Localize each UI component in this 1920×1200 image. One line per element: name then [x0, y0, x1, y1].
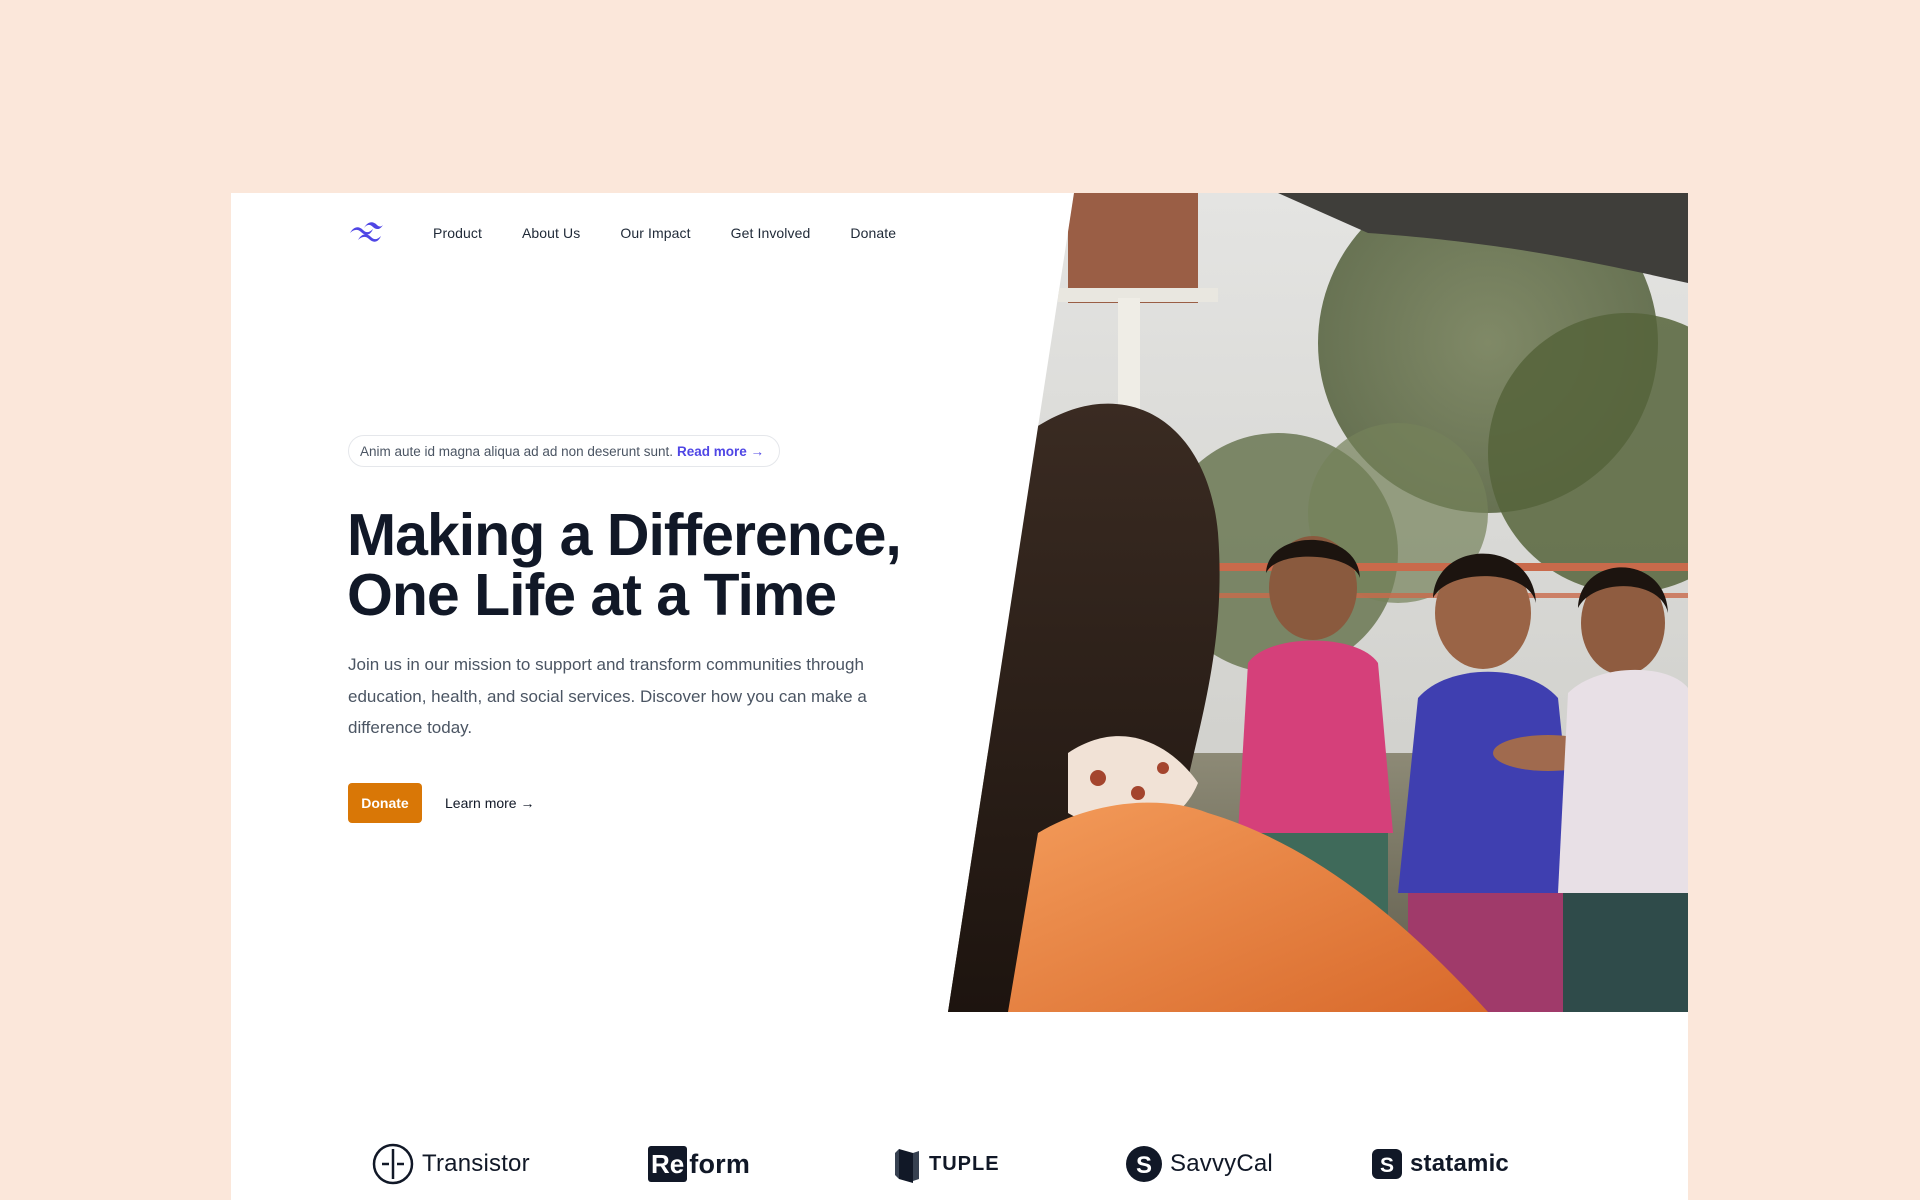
nav-link-product[interactable]: Product	[433, 225, 482, 241]
logo-tuple: TUPLE	[895, 1139, 1000, 1189]
svg-text:S: S	[1380, 1154, 1394, 1177]
donate-button[interactable]: Donate	[348, 783, 422, 823]
svg-text:S: S	[1136, 1152, 1152, 1179]
partner-logos: Transistor Re form TUPLE S SavvyCal S st…	[372, 1139, 1688, 1189]
learn-more-link[interactable]: Learn more →	[445, 795, 534, 811]
logo-savvycal: S SavvyCal	[1126, 1139, 1273, 1189]
announcement-pill: Anim aute id magna aliqua ad ad non dese…	[348, 435, 780, 467]
logo-reform: Re form	[648, 1139, 750, 1189]
reform-wordmark-re: Re	[651, 1148, 685, 1179]
statamic-wordmark: statamic	[1410, 1150, 1509, 1177]
savvycal-wordmark: SavvyCal	[1170, 1150, 1273, 1177]
children-photo-icon	[948, 193, 1688, 1012]
hero-cta-row: Donate Learn more →	[348, 783, 534, 823]
statamic-logo-icon: S	[1372, 1149, 1402, 1179]
transistor-wordmark: Transistor	[422, 1150, 530, 1177]
transistor-logo-icon	[372, 1143, 414, 1185]
read-more-link[interactable]: Read more →	[677, 444, 764, 459]
logo-transistor: Transistor	[372, 1139, 530, 1189]
nav-link-our-impact[interactable]: Our Impact	[620, 225, 690, 241]
brand-logo-icon[interactable]	[348, 221, 384, 245]
top-navigation: Product About Us Our Impact Get Involved…	[348, 213, 896, 253]
hero-title: Making a Difference, One Life at a Time	[347, 505, 947, 625]
savvycal-logo-icon: S	[1126, 1146, 1162, 1182]
reform-logo-icon: Re	[648, 1146, 688, 1182]
reform-wordmark-form: form	[689, 1148, 751, 1179]
hero-title-line-2: One Life at a Time	[347, 562, 837, 628]
nav-link-donate[interactable]: Donate	[850, 225, 896, 241]
nav-link-get-involved[interactable]: Get Involved	[731, 225, 811, 241]
announcement-text: Anim aute id magna aliqua ad ad non dese…	[360, 443, 673, 459]
tuple-wordmark: TUPLE	[929, 1152, 1000, 1175]
hero-description: Join us in our mission to support and tr…	[348, 655, 867, 737]
page-card: Product About Us Our Impact Get Involved…	[231, 193, 1688, 1200]
hero-image	[948, 193, 1688, 1012]
nav-link-about-us[interactable]: About Us	[522, 225, 580, 241]
tuple-logo-icon	[895, 1145, 921, 1183]
logo-statamic: S statamic	[1372, 1139, 1509, 1189]
hero-title-line-1: Making a Difference,	[347, 502, 902, 568]
